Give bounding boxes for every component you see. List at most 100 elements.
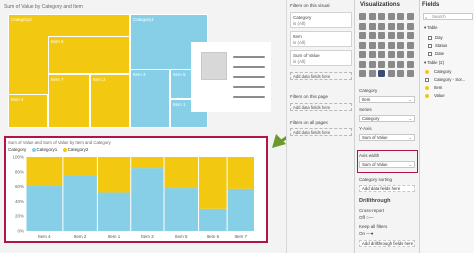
bar-segment-category1-item-4[interactable] bbox=[26, 185, 63, 231]
filter-card-item[interactable]: Item is (All) bbox=[290, 31, 352, 47]
mekko-chart-visual[interactable]: Sum of Value and Sum of Value by Item an… bbox=[4, 136, 268, 243]
visual-type-icon[interactable] bbox=[397, 22, 404, 30]
bar-segment-category1-item-5[interactable] bbox=[164, 188, 199, 231]
bar-segment-category1-item-3[interactable] bbox=[131, 168, 164, 231]
visual-type-icon[interactable] bbox=[397, 41, 404, 49]
visual-type-icon[interactable] bbox=[387, 41, 395, 49]
add-report-filter-field[interactable]: Add data fields here bbox=[290, 128, 352, 136]
visual-type-icon[interactable] bbox=[406, 13, 414, 20]
visual-type-icon[interactable] bbox=[406, 22, 414, 30]
visual-type-icon[interactable] bbox=[378, 60, 385, 68]
field-checkbox[interactable] bbox=[428, 44, 432, 48]
visual-type-icon[interactable] bbox=[387, 60, 395, 68]
field-day[interactable]: Day bbox=[435, 35, 443, 40]
drillthrough-well[interactable]: Add drillthrough fields here bbox=[359, 240, 415, 247]
visual-type-icon[interactable] bbox=[368, 60, 376, 68]
bar-segment-category2-item-4[interactable] bbox=[26, 157, 63, 186]
field-item[interactable]: Item bbox=[434, 85, 442, 90]
fields-search-input[interactable]: Search bbox=[423, 13, 473, 20]
field-category-sort[interactable]: Category - Sor... bbox=[434, 77, 465, 82]
treemap-cell-item4[interactable]: Item 4 bbox=[8, 94, 48, 128]
chevron-down-icon[interactable]: ⌄ bbox=[408, 135, 412, 141]
visual-type-icon[interactable] bbox=[406, 60, 414, 68]
treemap-visual[interactable]: Category2 Category1 Item 4 Item 7 Item 2… bbox=[8, 14, 208, 128]
field-checkbox[interactable] bbox=[428, 36, 432, 40]
field-checkbox-checked[interactable] bbox=[425, 94, 429, 98]
treemap-cell-item6[interactable]: Item 6 bbox=[48, 36, 130, 74]
visual-type-icon[interactable] bbox=[368, 51, 376, 58]
legend-item[interactable]: Category2 bbox=[68, 147, 89, 152]
visual-type-icon[interactable] bbox=[378, 51, 385, 58]
bar-segment-category2-item-2[interactable] bbox=[63, 157, 97, 176]
image-placeholder-visual[interactable] bbox=[191, 42, 271, 112]
visual-type-icon[interactable] bbox=[368, 41, 376, 49]
visual-type-icon[interactable] bbox=[397, 70, 404, 77]
category-well[interactable]: Item ⌄ bbox=[359, 96, 415, 103]
visual-type-icon[interactable] bbox=[368, 22, 376, 30]
visual-type-icon[interactable] bbox=[359, 13, 366, 20]
visual-type-icon[interactable] bbox=[397, 60, 404, 68]
visual-type-icon[interactable] bbox=[368, 32, 376, 39]
bar-segment-category2-item-6[interactable] bbox=[199, 157, 227, 209]
treemap-cell-item2[interactable]: Item 2 bbox=[90, 74, 130, 128]
visual-type-icon[interactable] bbox=[368, 13, 376, 20]
bar-segment-category1-item-6[interactable] bbox=[199, 208, 227, 231]
visual-type-icon[interactable] bbox=[359, 32, 366, 39]
visual-type-icon[interactable] bbox=[378, 22, 385, 30]
bar-segment-category2-item-3[interactable] bbox=[131, 157, 164, 169]
visual-type-icon[interactable] bbox=[368, 70, 376, 77]
visual-type-icon[interactable] bbox=[359, 22, 366, 30]
visual-type-icon[interactable] bbox=[377, 69, 386, 78]
bar-segment-category1-item-7[interactable] bbox=[227, 188, 254, 231]
field-checkbox[interactable] bbox=[428, 52, 432, 56]
visual-type-icon[interactable] bbox=[397, 13, 404, 20]
visual-type-icon[interactable] bbox=[359, 70, 366, 77]
visual-type-icon[interactable] bbox=[406, 41, 414, 49]
bar-segment-category1-item-2[interactable] bbox=[63, 175, 97, 232]
filter-card-sum-of-value[interactable]: Sum of Value is (All) bbox=[290, 50, 352, 66]
visual-type-icon[interactable] bbox=[359, 60, 366, 68]
table-node-table[interactable]: ▾ Table bbox=[424, 25, 438, 31]
cross-report-toggle[interactable]: Off ○— bbox=[359, 215, 373, 220]
field-date[interactable]: Date bbox=[435, 51, 444, 56]
y-axis-well[interactable]: Sum of Value ⌄ bbox=[359, 134, 415, 141]
visual-type-icon[interactable] bbox=[387, 13, 395, 20]
visual-type-icon[interactable] bbox=[378, 13, 385, 20]
field-checkbox[interactable] bbox=[425, 78, 429, 82]
bar-segment-category2-item-5[interactable] bbox=[164, 157, 199, 189]
visual-type-icon[interactable] bbox=[406, 32, 414, 39]
visual-type-icon[interactable] bbox=[387, 70, 395, 77]
add-visual-filter-field[interactable]: Add data fields here bbox=[290, 72, 352, 80]
visual-type-icon[interactable] bbox=[397, 51, 404, 58]
visual-type-icon[interactable] bbox=[378, 41, 385, 49]
visual-type-icon[interactable] bbox=[359, 51, 366, 58]
keep-filters-toggle[interactable]: On —● bbox=[359, 231, 373, 236]
table-node-table2[interactable]: ▾ Table (2) bbox=[424, 60, 444, 66]
chevron-down-icon[interactable]: ⌄ bbox=[408, 97, 412, 103]
x-tick-label: Item 5 bbox=[175, 234, 188, 239]
visual-type-icon[interactable] bbox=[397, 32, 404, 39]
treemap-cell-item3[interactable]: Item 3 bbox=[130, 69, 170, 128]
field-category[interactable]: Category bbox=[434, 69, 451, 74]
treemap-cell-item7[interactable]: Item 7 bbox=[48, 74, 90, 128]
bar-segment-category1-item-1[interactable] bbox=[97, 192, 131, 231]
visual-type-icon[interactable] bbox=[387, 51, 395, 58]
visual-type-icon[interactable] bbox=[406, 51, 414, 58]
field-checkbox-checked[interactable] bbox=[425, 70, 429, 74]
bar-segment-category2-item-1[interactable] bbox=[97, 157, 131, 193]
chevron-down-icon[interactable]: ⌄ bbox=[408, 116, 412, 122]
field-status[interactable]: Status bbox=[435, 43, 447, 48]
field-value[interactable]: Value bbox=[434, 93, 445, 98]
bar-segment-category2-item-7[interactable] bbox=[227, 157, 254, 189]
visual-type-icon[interactable] bbox=[406, 70, 414, 77]
field-checkbox-checked[interactable] bbox=[425, 86, 429, 90]
visual-type-icon[interactable] bbox=[387, 22, 395, 30]
filter-card-category[interactable]: Category is (All) bbox=[290, 12, 352, 28]
category-sorting-well[interactable]: Add data fields here bbox=[359, 185, 415, 192]
visual-type-icon[interactable] bbox=[359, 41, 366, 49]
visual-type-icon[interactable] bbox=[378, 32, 385, 39]
legend-item[interactable]: Category1 bbox=[37, 147, 58, 152]
visual-type-icon[interactable] bbox=[387, 32, 395, 39]
add-page-filter-field[interactable]: Add data fields here bbox=[290, 103, 352, 111]
series-well[interactable]: Category ⌄ bbox=[359, 115, 415, 122]
